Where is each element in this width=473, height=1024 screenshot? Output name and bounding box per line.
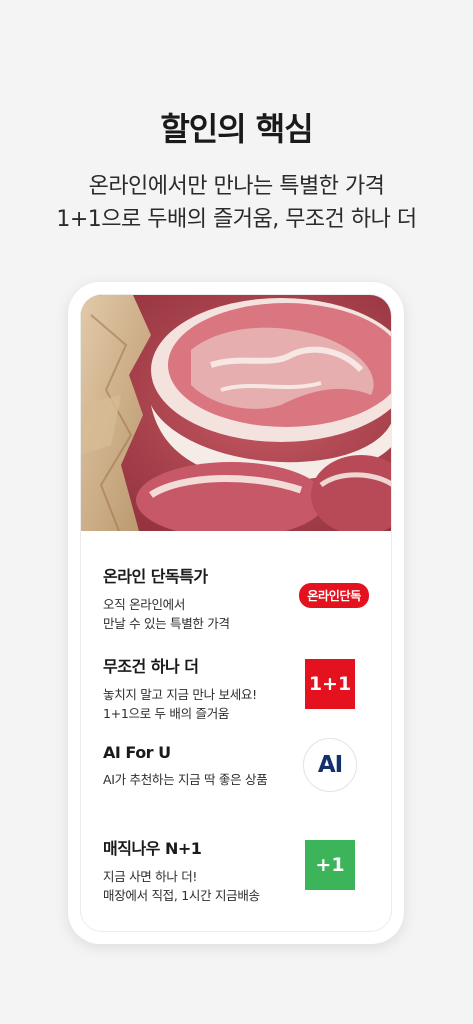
plus-one-badge: +1 xyxy=(305,840,355,890)
phone-screen: 온라인 단독특가 오직 온라인에서 만날 수 있는 특별한 가격 온라인단독 무… xyxy=(80,294,392,932)
page-subtitle: 온라인에서만 만나는 특별한 가격 1+1으로 두배의 즐거움, 무조건 하나 … xyxy=(0,170,473,236)
one-plus-one-badge: 1+1 xyxy=(305,659,355,709)
feature-desc-line: 만날 수 있는 특별한 가격 xyxy=(103,616,230,631)
online-exclusive-badge: 온라인단독 xyxy=(299,583,369,608)
pork-meat-photo-icon xyxy=(81,295,391,531)
hero-meat-image xyxy=(81,295,391,531)
phone-mockup: 온라인 단독특가 오직 온라인에서 만날 수 있는 특별한 가격 온라인단독 무… xyxy=(68,282,404,944)
subtitle-line-2: 1+1으로 두배의 즐거움, 무조건 하나 더 xyxy=(56,207,417,232)
subtitle-line-1: 온라인에서만 만나는 특별한 가격 xyxy=(88,174,385,199)
page-title: 할인의 핵심 xyxy=(160,110,313,148)
ai-badge: AI xyxy=(303,738,357,792)
